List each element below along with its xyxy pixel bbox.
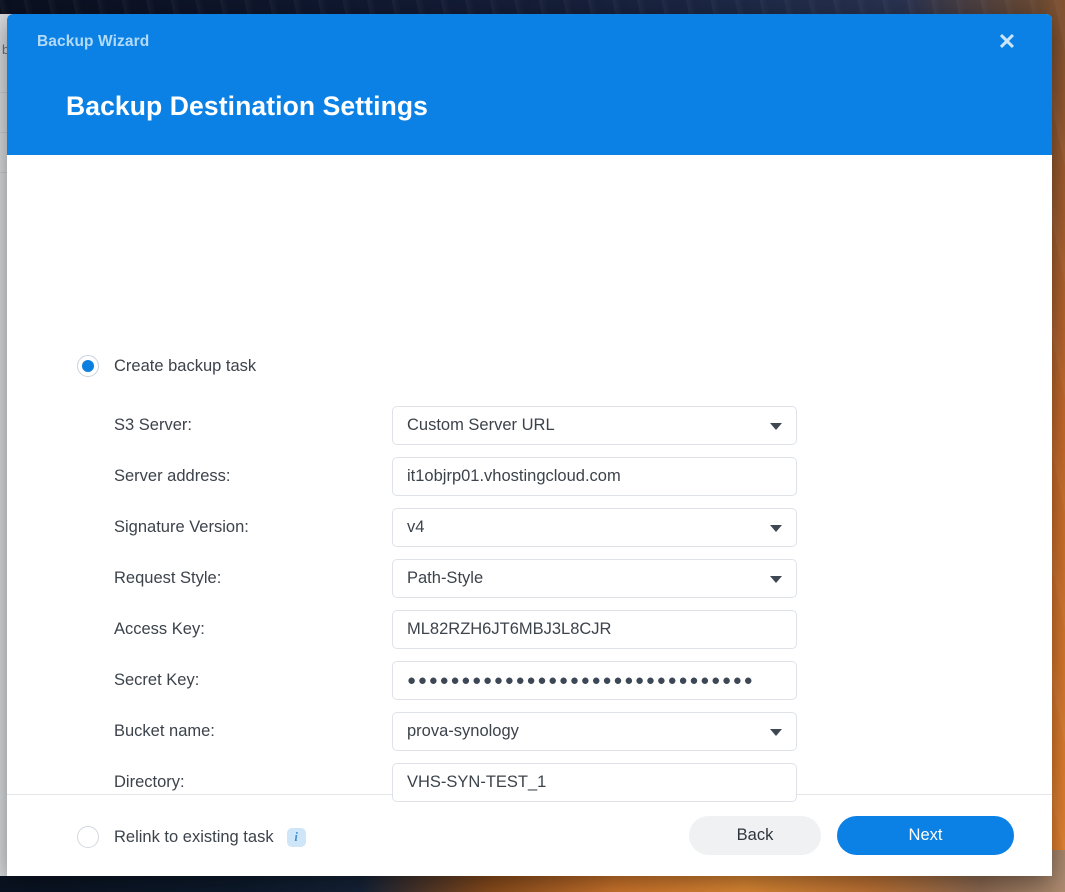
field-row-signature-version: Signature Version: v4: [114, 502, 804, 553]
dialog-header: Backup Wizard ✕ Backup Destination Setti…: [7, 14, 1052, 155]
radio-label-relink-existing-task: Relink to existing task: [114, 827, 274, 846]
back-button[interactable]: Back: [689, 816, 821, 855]
info-icon[interactable]: i: [286, 827, 306, 847]
select-signature-version[interactable]: v4: [392, 508, 797, 547]
label-s3-server: S3 Server:: [114, 416, 192, 434]
input-server-address[interactable]: it1objrp01.vhostingcloud.com: [392, 457, 797, 496]
label-access-key: Access Key:: [114, 620, 205, 638]
dialog-body: Create backup task S3 Server: Custom Ser…: [7, 155, 1052, 848]
radio-option-relink-existing-task[interactable]: Relink to existing task i: [77, 826, 306, 848]
value-bucket-name: prova-synology: [407, 722, 519, 740]
wizard-title: Backup Wizard: [37, 33, 150, 50]
select-s3-server[interactable]: Custom Server URL: [392, 406, 797, 445]
chevron-down-icon: [770, 524, 782, 532]
field-row-directory: Directory: VHS-SYN-TEST_1: [114, 757, 804, 808]
field-row-access-key: Access Key: ML82RZH6JT6MBJ3L8CJR: [114, 604, 804, 655]
radio-relink-existing-task[interactable]: [77, 826, 99, 848]
label-signature-version: Signature Version:: [114, 518, 249, 536]
radio-option-create-backup-task[interactable]: Create backup task: [77, 355, 256, 377]
backup-destination-form: S3 Server: Custom Server URL Server addr…: [114, 400, 804, 808]
chevron-down-icon: [770, 422, 782, 430]
label-request-style: Request Style:: [114, 569, 222, 587]
field-row-request-style: Request Style: Path-Style: [114, 553, 804, 604]
value-secret-key: ●●●●●●●●●●●●●●●●●●●●●●●●●●●●●●●●: [407, 672, 755, 689]
select-bucket-name[interactable]: prova-synology: [392, 712, 797, 751]
label-directory: Directory:: [114, 773, 185, 791]
chevron-down-icon: [770, 575, 782, 583]
value-access-key: ML82RZH6JT6MBJ3L8CJR: [407, 620, 612, 638]
next-button[interactable]: Next: [837, 816, 1014, 855]
field-row-server-address: Server address: it1objrp01.vhostingcloud…: [114, 451, 804, 502]
value-directory: VHS-SYN-TEST_1: [407, 773, 547, 791]
backup-wizard-dialog: Backup Wizard ✕ Backup Destination Setti…: [7, 14, 1052, 876]
chevron-down-icon: [770, 728, 782, 736]
field-row-s3-server: S3 Server: Custom Server URL: [114, 400, 804, 451]
radio-label-create-backup-task: Create backup task: [114, 356, 257, 375]
input-access-key[interactable]: ML82RZH6JT6MBJ3L8CJR: [392, 610, 797, 649]
field-row-secret-key: Secret Key: ●●●●●●●●●●●●●●●●●●●●●●●●●●●●…: [114, 655, 804, 706]
page-title: Backup Destination Settings: [66, 91, 428, 121]
value-signature-version: v4: [407, 518, 425, 536]
label-bucket-name: Bucket name:: [114, 722, 215, 740]
select-request-style[interactable]: Path-Style: [392, 559, 797, 598]
label-server-address: Server address:: [114, 467, 231, 485]
radio-create-backup-task[interactable]: [77, 355, 99, 377]
value-server-address: it1objrp01.vhostingcloud.com: [407, 467, 621, 485]
label-secret-key: Secret Key:: [114, 671, 200, 689]
value-request-style: Path-Style: [407, 569, 484, 587]
field-row-bucket-name: Bucket name: prova-synology: [114, 706, 804, 757]
value-s3-server: Custom Server URL: [407, 416, 555, 434]
input-secret-key[interactable]: ●●●●●●●●●●●●●●●●●●●●●●●●●●●●●●●●: [392, 661, 797, 700]
close-icon[interactable]: ✕: [994, 29, 1020, 55]
input-directory[interactable]: VHS-SYN-TEST_1: [392, 763, 797, 802]
